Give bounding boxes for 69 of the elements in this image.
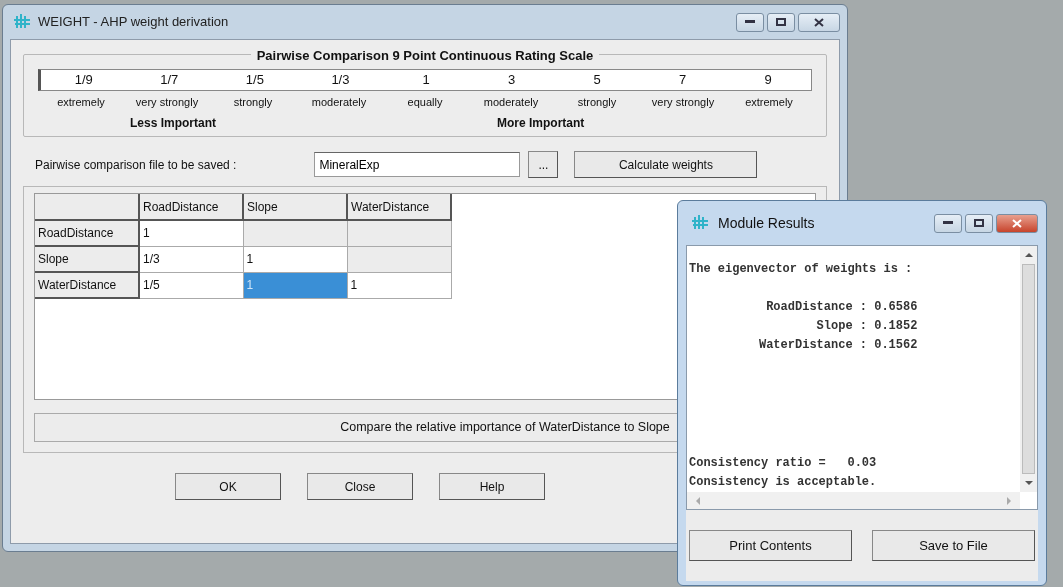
calculate-weights-button[interactable]: Calculate weights [574, 151, 758, 178]
app-logo-icon [692, 215, 710, 231]
grid-cell[interactable]: 1 [347, 272, 451, 298]
maximize-icon [974, 219, 984, 227]
results-text: The eigenvector of weights is : [689, 261, 914, 278]
close-icon [1012, 218, 1022, 228]
scale-label: equally [406, 94, 444, 110]
close-button[interactable] [996, 213, 1038, 233]
minimize-icon [943, 221, 953, 225]
minimize-button[interactable] [736, 12, 764, 32]
group-title: Pairwise Comparison 9 Point Continuous Rating Scale [250, 48, 600, 63]
scale-value: 3 [506, 71, 517, 89]
weight-name: RoadDistance : [765, 299, 867, 316]
grid-cell[interactable]: 1 [243, 246, 347, 272]
weight-value: 0.1562 [873, 337, 919, 354]
scale-label: extremely [56, 94, 106, 110]
scroll-up-icon[interactable] [1024, 252, 1033, 258]
scroll-down-icon[interactable] [1024, 480, 1033, 486]
maximize-button[interactable] [767, 12, 795, 32]
scale-label: extremely [744, 94, 794, 110]
grid-cell[interactable]: 1/3 [139, 246, 243, 272]
scale-value: 1/9 [73, 71, 94, 89]
more-important-label: More Important [497, 116, 585, 130]
window-title: Module Results [718, 213, 815, 233]
scale-label: strongly [576, 94, 618, 110]
file-label: Pairwise comparison file to be saved : [35, 156, 237, 174]
scale-label: very strongly [134, 94, 200, 110]
scale-value: 1/7 [159, 71, 180, 89]
grid-cell[interactable]: 1 [139, 220, 243, 246]
dialog-button[interactable]: Save to File [872, 530, 1035, 561]
dialog-button[interactable]: Print Contents [689, 530, 852, 561]
dialog-button[interactable]: OK [175, 473, 281, 500]
close-button[interactable] [798, 12, 840, 32]
row-header: WaterDistance [35, 272, 139, 298]
scale-label: very strongly [650, 94, 716, 110]
weight-name: WaterDistance : [757, 337, 867, 354]
dialog-button[interactable]: Help [439, 473, 545, 500]
grid-cell[interactable]: 1/5 [139, 272, 243, 298]
window-title: WEIGHT - AHP weight derivation [38, 13, 229, 32]
weight-value: 0.1852 [873, 318, 919, 335]
dialog-button[interactable]: Close [307, 473, 413, 500]
scale-value: 9 [763, 71, 773, 89]
vertical-scrollbar[interactable] [1020, 246, 1037, 492]
row-header: RoadDistance [35, 220, 139, 246]
scale-value: 5 [592, 71, 602, 89]
minimize-button[interactable] [934, 213, 962, 233]
column-header: WaterDistance [347, 194, 451, 220]
scale-value: 7 [678, 71, 688, 89]
row-header: Slope [35, 246, 139, 272]
results-text: Consistency ratio = 0.03 [689, 455, 878, 472]
scale-label: moderately [310, 94, 368, 110]
file-name-field[interactable]: MineralExp [314, 152, 521, 177]
scale-value: 1/3 [330, 71, 351, 89]
app-logo-icon [14, 14, 32, 30]
less-important-label: Less Important [130, 116, 216, 130]
close-icon [814, 17, 824, 27]
maximize-icon [776, 18, 786, 26]
results-text: Consistency is acceptable. [689, 474, 878, 491]
column-header: RoadDistance [139, 194, 243, 220]
minimize-icon [745, 20, 755, 24]
weight-value: 0.6586 [873, 299, 919, 316]
scale-label: moderately [482, 94, 540, 110]
scale-value: 1/5 [244, 71, 265, 89]
scale-value: 1 [421, 71, 431, 89]
column-header: Slope [243, 194, 347, 220]
maximize-button[interactable] [965, 213, 993, 233]
scale-label: strongly [232, 94, 274, 110]
browse-button[interactable]: ... [528, 151, 559, 178]
weight-name: Slope : [815, 318, 867, 335]
